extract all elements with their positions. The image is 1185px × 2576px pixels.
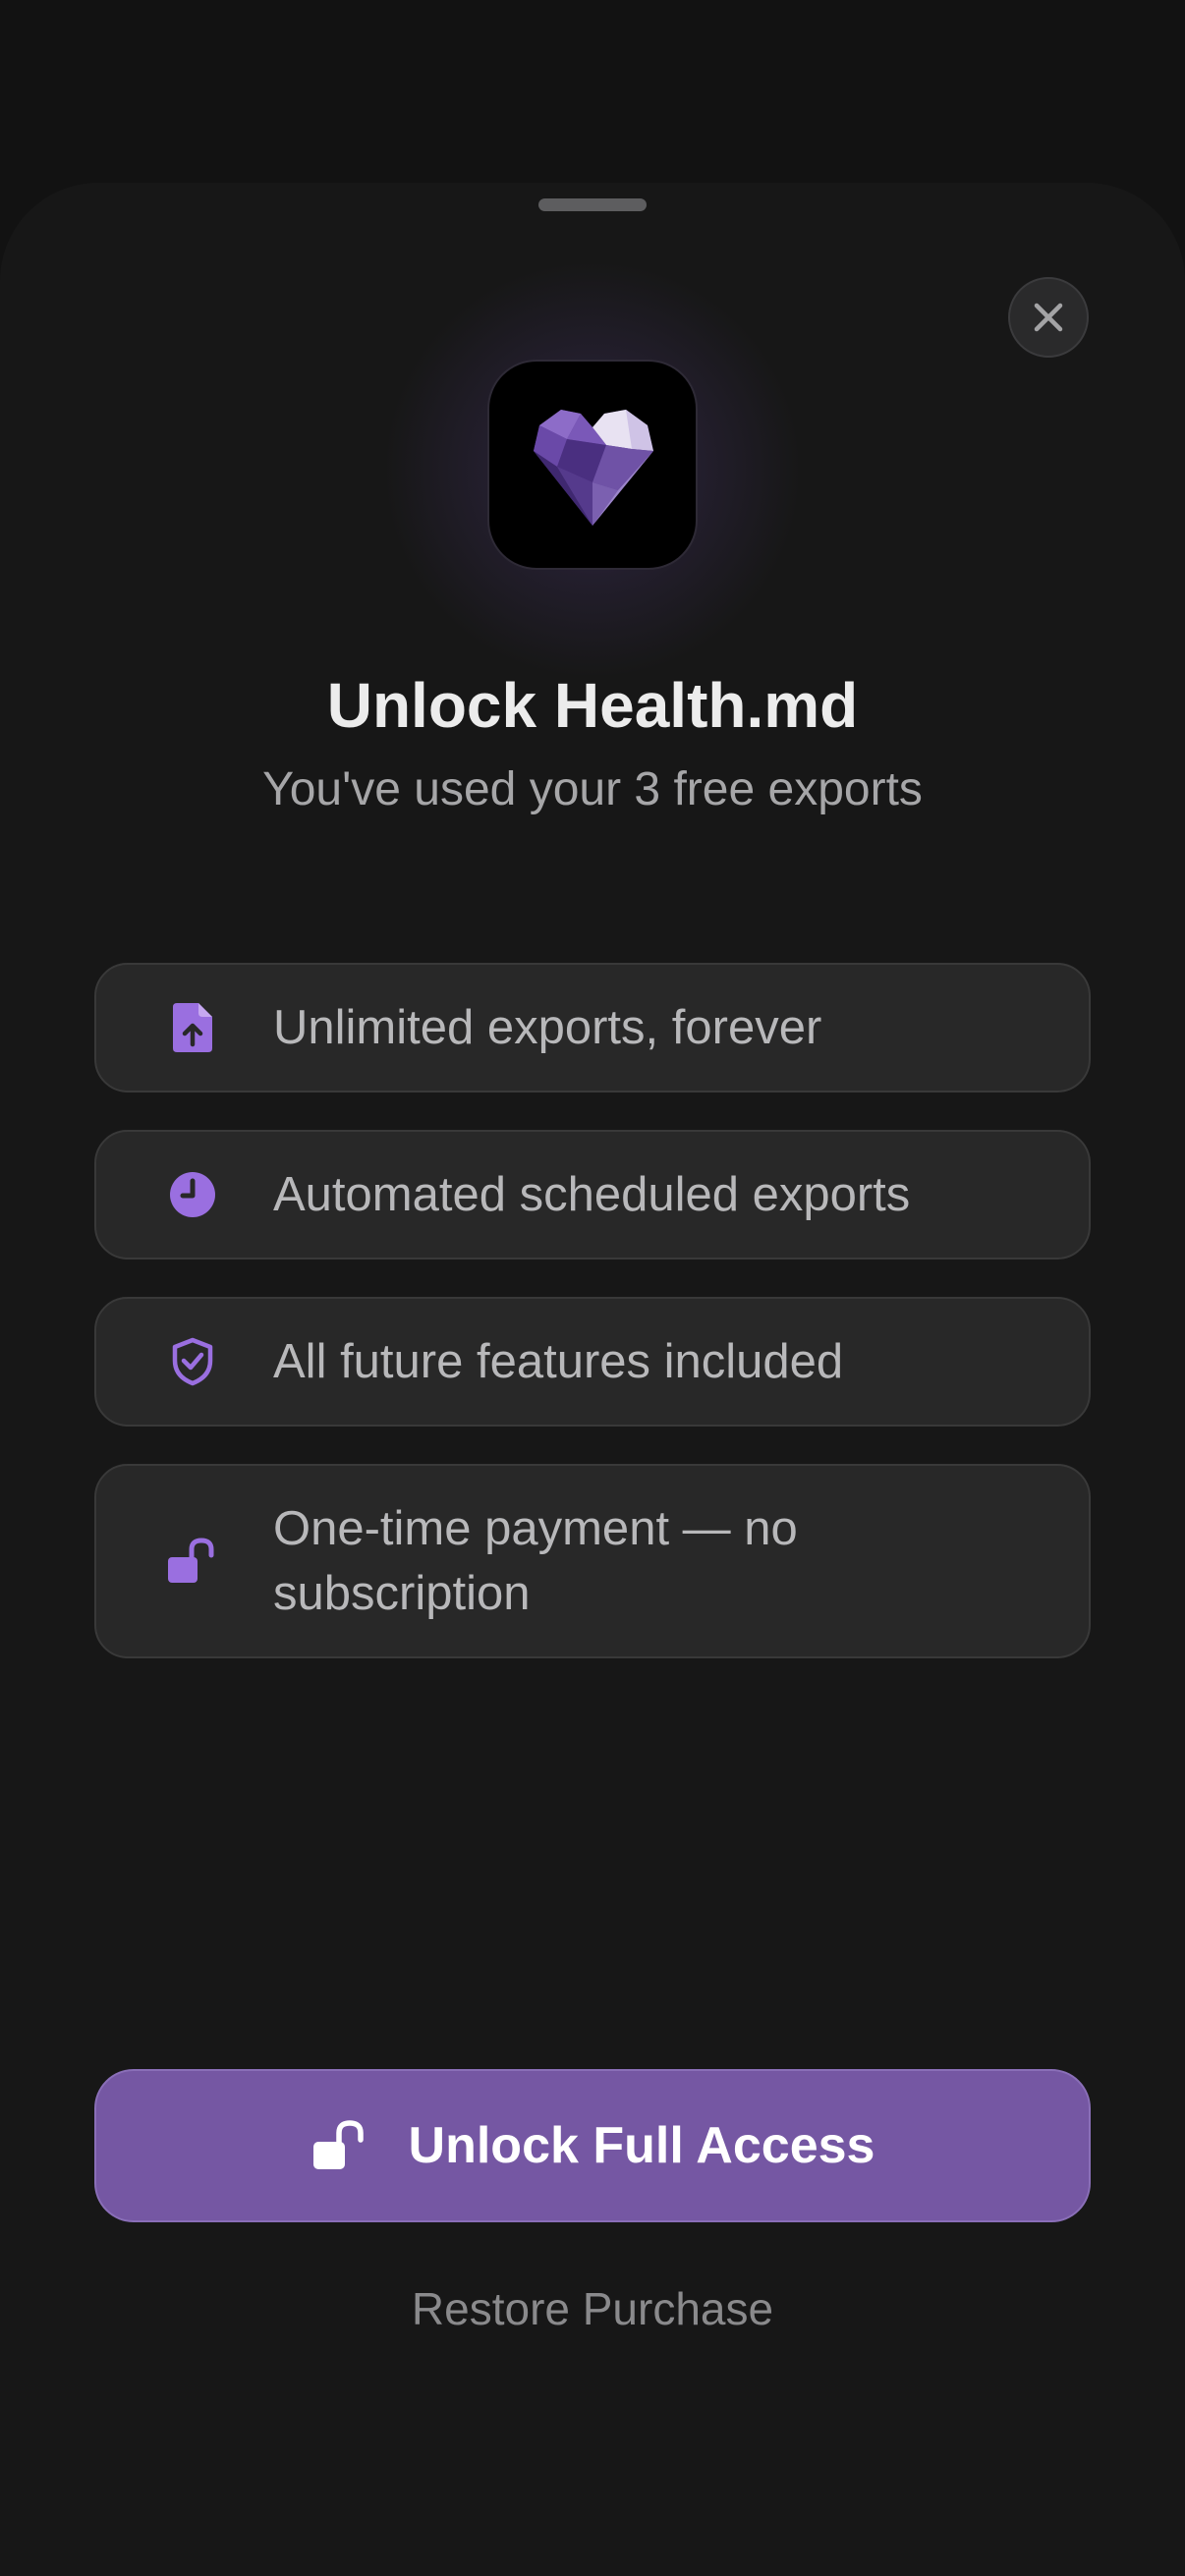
app-icon <box>487 360 698 570</box>
feature-label: All future features included <box>273 1335 844 1388</box>
unlock-button-label: Unlock Full Access <box>408 2117 875 2174</box>
feature-item-unlimited-exports: Unlimited exports, forever <box>94 963 1091 1092</box>
unlock-full-access-button[interactable]: Unlock Full Access <box>94 2069 1091 2222</box>
unlock-icon <box>310 2116 369 2175</box>
feature-item-one-time-payment: One-time payment — no subscription <box>94 1464 1091 1658</box>
sheet-grabber[interactable] <box>538 198 647 211</box>
paywall-screen: Unlock Health.md You've used your 3 free… <box>0 0 1185 2576</box>
paywall-subtitle: You've used your 3 free exports <box>262 763 923 815</box>
unlock-icon <box>161 1530 224 1593</box>
purple-crystal-heart-icon <box>534 410 653 526</box>
restore-purchase-link[interactable]: Restore Purchase <box>0 2277 1185 2340</box>
paywall-title: Unlock Health.md <box>326 670 859 741</box>
feature-item-scheduled-exports: Automated scheduled exports <box>94 1130 1091 1260</box>
feature-label: Unlimited exports, forever <box>273 1001 822 1054</box>
document-upload-icon <box>161 996 224 1059</box>
shield-check-icon <box>161 1330 224 1393</box>
close-icon <box>1034 303 1063 332</box>
feature-item-future-features: All future features included <box>94 1297 1091 1427</box>
close-button[interactable] <box>1008 277 1089 358</box>
feature-list: Unlimited exports, forever Automated sch… <box>94 963 1091 1696</box>
clock-icon <box>161 1163 224 1226</box>
feature-label: One-time payment — no subscription <box>273 1502 798 1620</box>
feature-label: Automated scheduled exports <box>273 1168 911 1221</box>
